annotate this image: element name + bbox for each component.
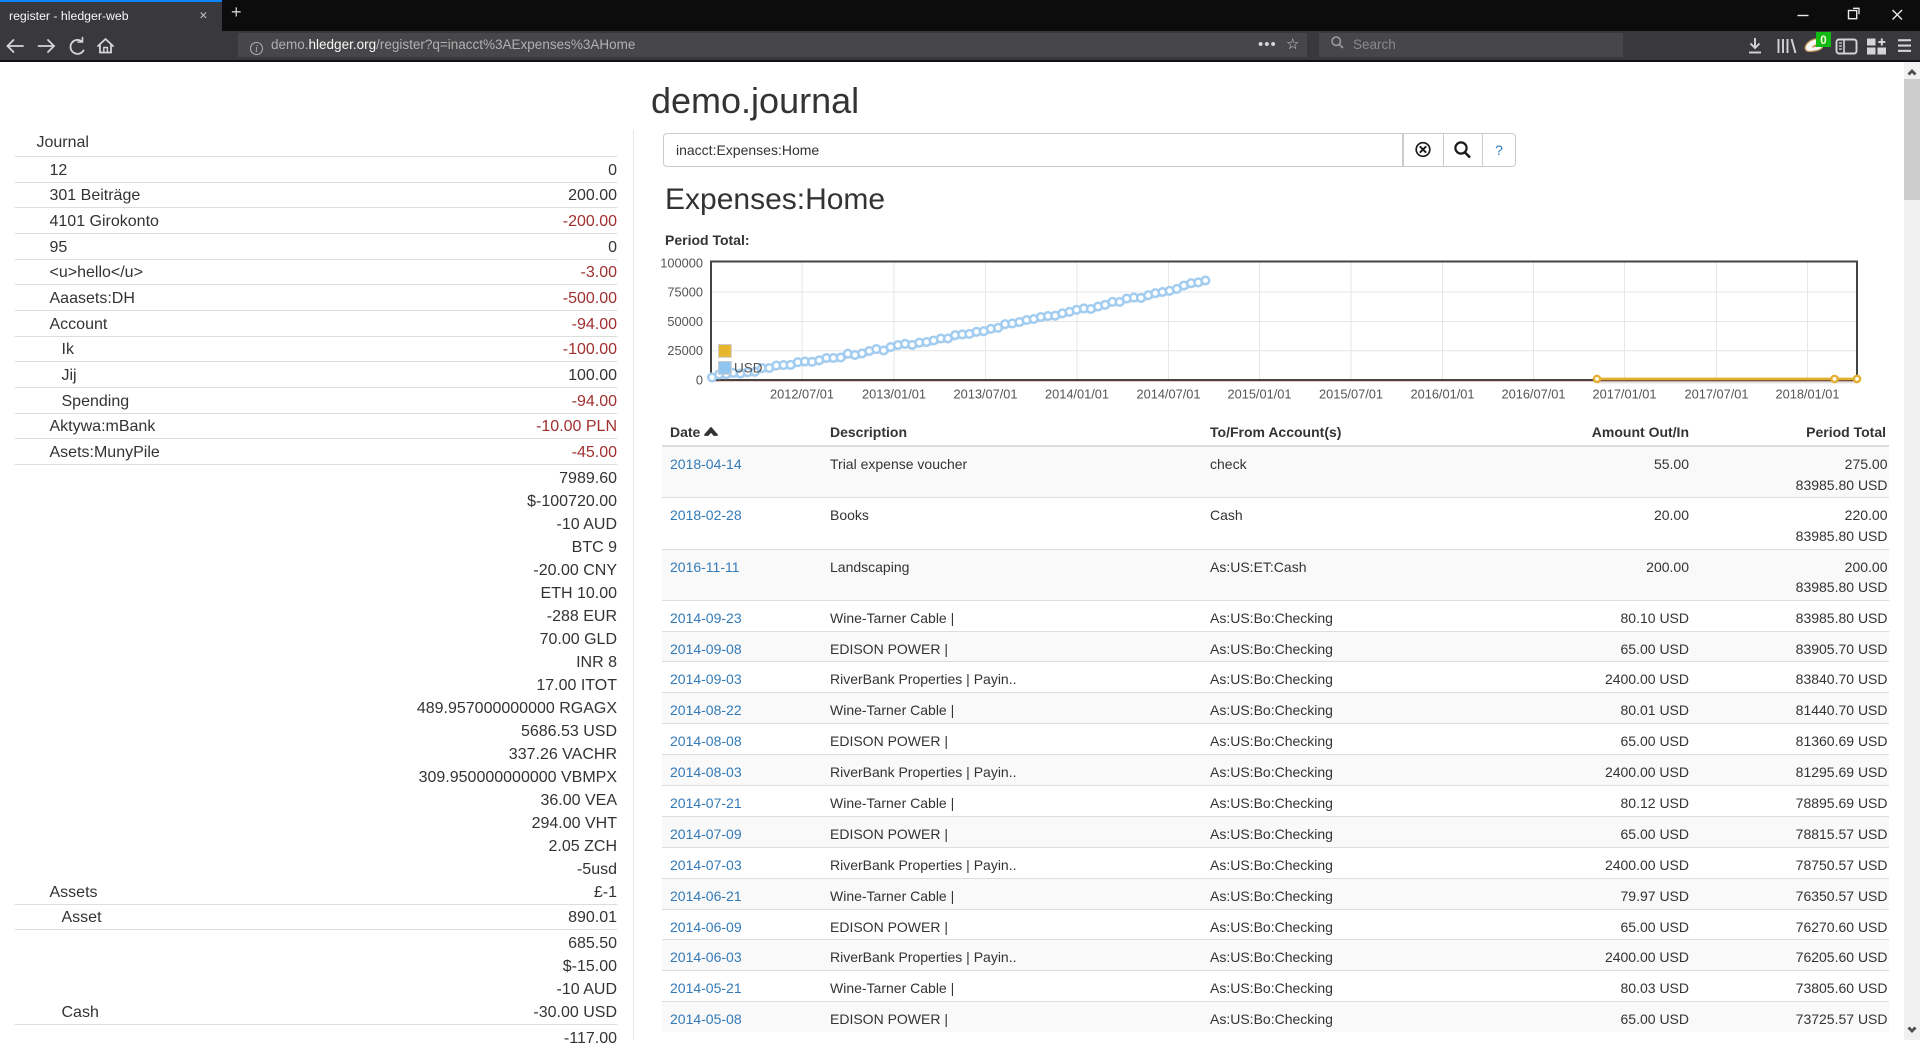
svg-text:2016/01/01: 2016/01/01 <box>1410 387 1474 402</box>
svg-text:2015/07/01: 2015/07/01 <box>1319 387 1383 402</box>
svg-text:2017/07/01: 2017/07/01 <box>1684 387 1748 402</box>
svg-text:2013/07/01: 2013/07/01 <box>953 387 1017 402</box>
svg-text:USD: USD <box>734 361 763 376</box>
svg-text:0: 0 <box>696 373 703 388</box>
svg-text:25000: 25000 <box>667 343 703 358</box>
svg-text:2013/01/01: 2013/01/01 <box>862 387 926 402</box>
svg-text:100000: 100000 <box>660 256 703 271</box>
svg-text:2012/07/01: 2012/07/01 <box>770 387 834 402</box>
svg-text:0: 0 <box>1820 35 1826 47</box>
svg-text:2018/01/01: 2018/01/01 <box>1775 387 1839 402</box>
svg-text:50000: 50000 <box>667 314 703 329</box>
svg-text:2015/01/01: 2015/01/01 <box>1227 387 1291 402</box>
svg-text:2016/07/01: 2016/07/01 <box>1501 387 1565 402</box>
svg-text:75000: 75000 <box>667 285 703 300</box>
svg-text:2017/01/01: 2017/01/01 <box>1592 387 1656 402</box>
svg-text:2014/07/01: 2014/07/01 <box>1136 387 1200 402</box>
svg-text:2014/01/01: 2014/01/01 <box>1045 387 1109 402</box>
